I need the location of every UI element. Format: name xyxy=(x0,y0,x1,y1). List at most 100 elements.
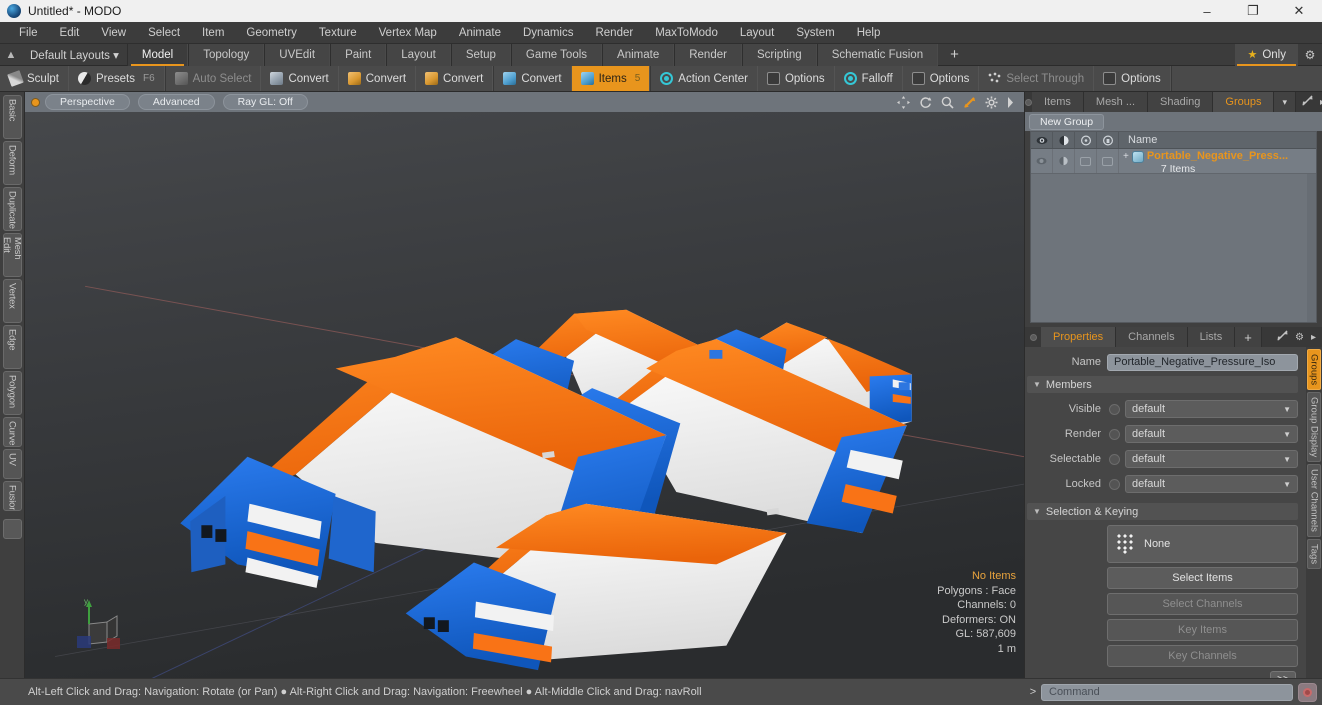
layout-tab-schematic-fusion[interactable]: Schematic Fusion xyxy=(816,43,939,66)
row-render-toggle[interactable] xyxy=(1053,149,1075,173)
forward-button[interactable]: >> xyxy=(1270,671,1296,678)
menu-item-item[interactable]: Item xyxy=(191,22,235,44)
add-properties-tab-button[interactable]: + xyxy=(1235,327,1262,347)
member-enable-toggle-visible[interactable] xyxy=(1109,403,1120,415)
side-tab-groups[interactable]: Groups xyxy=(1307,349,1321,391)
toolbar-button-presets-01[interactable]: Presets F6 xyxy=(69,66,165,91)
select-items-button[interactable]: Select Items xyxy=(1107,567,1298,589)
expand-icon[interactable] xyxy=(1302,95,1313,109)
expand-group-icon[interactable]: + xyxy=(1123,150,1129,163)
menu-item-vertex-map[interactable]: Vertex Map xyxy=(368,22,448,44)
menu-item-layout[interactable]: Layout xyxy=(729,22,786,44)
gear-icon[interactable]: ⚙ xyxy=(1295,332,1304,343)
minimize-button[interactable]: – xyxy=(1184,0,1230,22)
layout-tab-scripting[interactable]: Scripting xyxy=(741,43,817,66)
group-list-scrollbar[interactable] xyxy=(1307,174,1316,322)
panel-tab-groups[interactable]: Groups xyxy=(1213,92,1275,112)
maximize-button[interactable]: ❐ xyxy=(1230,0,1276,22)
expand-icon[interactable] xyxy=(1277,330,1288,344)
menu-item-dynamics[interactable]: Dynamics xyxy=(512,22,584,44)
properties-tab-properties[interactable]: Properties xyxy=(1041,327,1117,347)
toolbar-button-options-35[interactable]: Options xyxy=(1094,66,1171,91)
left-tab-mesh-edit[interactable]: Mesh Edit xyxy=(2,233,22,277)
rotate-icon[interactable] xyxy=(919,96,932,109)
row-lock-toggle[interactable] xyxy=(1097,149,1119,173)
group-list-row[interactable]: + Portable_Negative_Press... 7 Items xyxy=(1031,149,1316,175)
left-tab-vertex[interactable]: Vertex xyxy=(2,279,22,323)
viewport-view-mode[interactable]: Perspective xyxy=(45,94,130,110)
3d-viewport[interactable]: y No Items Polygons : Face Channels: 0 D… xyxy=(25,112,1024,678)
toolbar-button-options-31[interactable]: Options xyxy=(758,66,835,91)
menu-item-texture[interactable]: Texture xyxy=(308,22,368,44)
toolbar-button-auto-select-10[interactable]: Auto Select xyxy=(166,66,262,91)
menu-item-help[interactable]: Help xyxy=(846,22,892,44)
layout-tab-animate[interactable]: Animate xyxy=(602,43,675,66)
toolbar-button-select-through-34[interactable]: Select Through xyxy=(979,66,1095,91)
menu-item-render[interactable]: Render xyxy=(584,22,644,44)
panel-tab-shading[interactable]: Shading xyxy=(1148,92,1214,112)
chevron-right-icon[interactable]: ▸ xyxy=(1311,332,1316,343)
panel-menu-dot[interactable] xyxy=(1025,92,1032,112)
close-button[interactable]: ✕ xyxy=(1276,0,1322,22)
menu-item-animate[interactable]: Animate xyxy=(448,22,512,44)
command-input[interactable]: Command xyxy=(1041,683,1293,701)
menu-item-system[interactable]: System xyxy=(785,22,845,44)
chevron-right-icon[interactable] xyxy=(1007,96,1014,108)
menu-item-geometry[interactable]: Geometry xyxy=(235,22,308,44)
toolbar-button-action-center-30[interactable]: Action Center xyxy=(651,66,758,91)
selection-keying-section-header[interactable]: ▼ Selection & Keying xyxy=(1027,503,1298,520)
toolbar-button-convert-12[interactable]: Convert xyxy=(339,66,417,91)
viewport-gear-icon[interactable] xyxy=(985,96,998,109)
group-item[interactable]: + Portable_Negative_Press... 7 Items xyxy=(1119,149,1316,175)
layout-tab-model[interactable]: Model xyxy=(126,43,189,66)
viewport-raygl-toggle[interactable]: Ray GL: Off xyxy=(222,94,308,110)
layout-tab-paint[interactable]: Paint xyxy=(330,43,387,66)
member-dropdown-selectable[interactable]: default ▼ xyxy=(1125,450,1298,468)
side-tab-group-display[interactable]: Group Display xyxy=(1307,392,1321,463)
zoom-icon[interactable] xyxy=(941,96,954,109)
chevron-down-icon[interactable]: ▾ xyxy=(1274,92,1297,112)
side-tab-tags[interactable]: Tags xyxy=(1307,539,1321,570)
left-tab-duplicate[interactable]: Duplicate xyxy=(2,187,22,231)
layout-tab-topology[interactable]: Topology xyxy=(188,43,265,66)
member-enable-toggle-locked[interactable] xyxy=(1109,478,1120,490)
default-layouts-dropdown[interactable]: Default Layouts ▾ xyxy=(22,48,127,62)
selection-set-dropdown[interactable]: None xyxy=(1107,525,1298,563)
add-layout-tab-button[interactable]: + xyxy=(938,46,971,63)
record-icon[interactable] xyxy=(1298,682,1317,702)
panel-tab-mesh[interactable]: Mesh ... xyxy=(1083,92,1149,112)
left-tab-basic[interactable]: Basic xyxy=(2,95,22,139)
menu-item-file[interactable]: File xyxy=(8,22,49,44)
toolbar-button-convert-11[interactable]: Convert xyxy=(261,66,339,91)
left-strip-pad-button[interactable] xyxy=(2,519,22,539)
pan-icon[interactable] xyxy=(897,95,910,109)
row-eye-toggle[interactable] xyxy=(1031,149,1053,173)
name-input[interactable]: Portable_Negative_Pressure_Iso xyxy=(1107,353,1298,371)
toolbar-button-items-21[interactable]: Items 5 xyxy=(571,66,651,91)
member-enable-toggle-render[interactable] xyxy=(1109,428,1120,440)
viewport-shading-mode[interactable]: Advanced xyxy=(137,94,215,110)
member-dropdown-render[interactable]: default ▼ xyxy=(1125,425,1298,443)
left-tab-edge[interactable]: Edge xyxy=(2,325,22,369)
menu-item-maxtomodo[interactable]: MaxToModo xyxy=(644,22,729,44)
menu-item-view[interactable]: View xyxy=(90,22,137,44)
layout-tab-render[interactable]: Render xyxy=(674,43,742,66)
left-tab-fusion[interactable]: Fusion xyxy=(2,481,22,511)
properties-tab-channels[interactable]: Channels xyxy=(1116,327,1188,347)
layout-tab-game-tools[interactable]: Game Tools xyxy=(510,43,603,66)
toolbar-button-falloff-32[interactable]: Falloff xyxy=(835,66,903,91)
toolbar-button-sculpt-00[interactable]: Sculpt xyxy=(0,66,69,91)
layout-tab-layout[interactable]: Layout xyxy=(386,43,451,66)
home-icon[interactable]: ▲ xyxy=(0,49,22,61)
toolbar-button-convert-20[interactable]: Convert xyxy=(494,66,572,91)
member-dropdown-locked[interactable]: default ▼ xyxy=(1125,475,1298,493)
members-section-header[interactable]: ▼ Members xyxy=(1027,376,1298,393)
row-selectable-toggle[interactable] xyxy=(1075,149,1097,173)
properties-menu-dot[interactable] xyxy=(1025,327,1041,347)
member-enable-toggle-selectable[interactable] xyxy=(1109,453,1120,465)
layout-tab-setup[interactable]: Setup xyxy=(450,43,511,66)
new-group-button[interactable]: New Group xyxy=(1029,113,1105,130)
gear-icon[interactable]: ⚙ xyxy=(1298,48,1322,62)
member-dropdown-visible[interactable]: default ▼ xyxy=(1125,400,1298,418)
side-tab-user-channels[interactable]: User Channels xyxy=(1307,464,1321,538)
